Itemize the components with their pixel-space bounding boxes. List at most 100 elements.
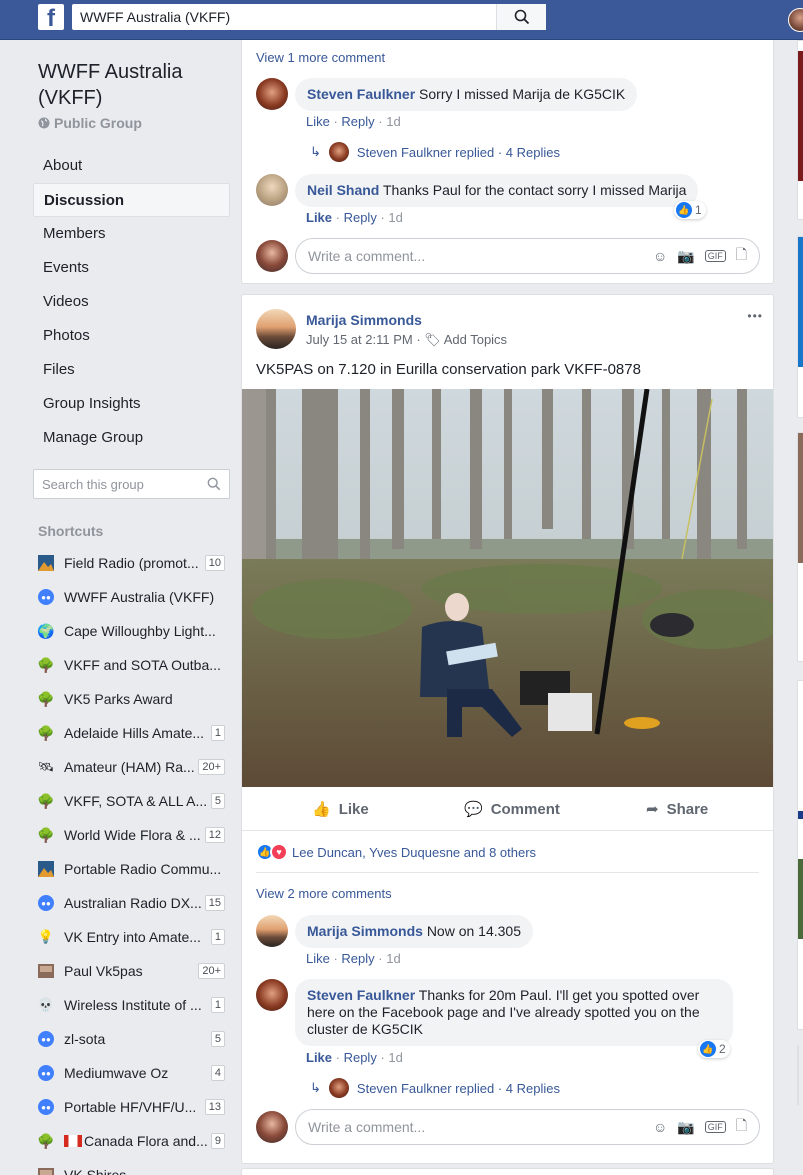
nav-videos[interactable]: Videos [33,285,230,319]
comment-like-link[interactable]: Like [306,210,332,225]
comment-button[interactable]: 💬 Comment [464,800,560,819]
shortcut-item[interactable]: ●● Mediumwave Oz 4 [33,1056,230,1090]
shortcut-label: Field Radio (promot... [64,555,199,571]
shortcut-label: Adelaide Hills Amate... [64,725,205,741]
shortcut-item[interactable]: ●● zl-sota 5 [33,1022,230,1056]
comment-author[interactable]: Steven Faulkner [307,86,415,102]
like-reaction-icon: 👍 [700,1041,716,1057]
shortcut-item[interactable]: Field Radio (promot... 10 [33,546,230,580]
view-more-comments-link[interactable]: View 2 more comments [256,886,392,901]
avatar[interactable] [256,174,288,206]
comment-like-link[interactable]: Like [306,114,330,129]
comment-bubble: Steven Faulkner Thanks for 20m Paul. I'l… [295,979,733,1046]
avatar[interactable] [256,979,288,1011]
profile-avatar[interactable] [788,8,803,32]
sticker-icon[interactable]: 🗋 [736,1115,747,1139]
comment-author[interactable]: Neil Shand [307,182,379,198]
shortcut-item[interactable]: 🌳 VK5 Parks Award [33,682,230,716]
post-timestamp[interactable]: July 15 at 2:11 PM [306,332,413,347]
comment-author[interactable]: Steven Faulkner [307,987,415,1003]
group-icon: ●● [38,1099,54,1115]
gif-icon[interactable]: GIF [704,1121,726,1133]
write-comment-placeholder: Write a comment... [308,1119,426,1135]
comment-reply-link[interactable]: Reply [341,114,374,129]
nav-photos[interactable]: Photos [33,319,230,353]
post-options-icon[interactable]: ••• [747,309,763,323]
add-topics-link[interactable]: Add Topics [444,332,507,347]
comment-reactions[interactable]: 👍 2 [698,1040,730,1058]
like-button[interactable]: 👍 Like [312,800,369,819]
tree-icon: 🌳 [37,656,55,673]
emoji-icon[interactable]: ☺ [653,248,667,264]
view-more-comments-link[interactable]: View 1 more comment [256,50,385,65]
satellite-icon: 🛰 [37,759,55,774]
shortcut-item[interactable]: 🌳 Adelaide Hills Amate... 1 [33,716,230,750]
comment-text: Thanks Paul for the contact sorry I miss… [383,182,687,198]
replies-link[interactable]: ↳ Steven Faulkner replied · 4 Replies [310,1078,560,1098]
post-photo[interactable] [242,389,773,787]
shortcut-label: Amateur (HAM) Ra... [64,759,195,775]
comment-bubble: Neil Shand Thanks Paul for the contact s… [295,174,699,207]
shortcut-item[interactable]: 🌳 VKFF, SOTA & ALL A... 5 [33,784,230,818]
global-search-bar[interactable]: WWFF Australia (VKFF) [72,4,546,30]
shortcut-label: Australian Radio DX... [64,895,202,911]
shortcut-item[interactable]: Paul Vk5pas 20+ [33,954,230,988]
avatar[interactable] [256,78,288,110]
reactions-summary[interactable]: 👍 ♥ Lee Duncan, Yves Duquesne and 8 othe… [256,843,536,861]
nav-group-insights[interactable]: Group Insights [33,387,230,421]
shortcut-badge: 1 [210,725,225,741]
divider [256,872,759,873]
shortcut-item[interactable]: 🛰 Amateur (HAM) Ra... 20+ [33,750,230,784]
replies-link[interactable]: ↳ Steven Faulkner replied · 4 Replies [310,142,560,162]
group-nav: About Discussion Members Events Videos P… [33,149,230,455]
search-button[interactable] [496,4,546,30]
write-comment-row: Write a comment... ☺ 📷 GIF 🗋 [256,238,760,274]
shortcut-item[interactable]: Portable Radio Commu... [33,852,230,886]
shortcut-item[interactable]: ●● Australian Radio DX... 15 [33,886,230,920]
shortcut-label: WWFF Australia (VKFF) [64,589,215,605]
comment-like-link[interactable]: Like [306,1050,332,1065]
post-author-avatar[interactable] [256,309,296,349]
comment-author[interactable]: Marija Simmonds [307,923,423,939]
shortcut-item[interactable]: ●● WWFF Australia (VKFF) [33,580,230,614]
shortcut-item[interactable]: 💀 Wireless Institute of ... 1 [33,988,230,1022]
globe-icon: 🌍 [37,622,55,639]
comment-reply-link[interactable]: Reply [344,1050,377,1065]
global-search-input[interactable]: WWFF Australia (VKFF) [72,9,496,25]
shortcut-label: VK5 Parks Award [64,691,173,707]
avatar[interactable] [256,915,288,947]
nav-manage-group[interactable]: Manage Group [33,421,230,455]
shortcut-item[interactable]: VK Shires [33,1158,230,1175]
shortcut-item[interactable]: 🌳 Canada Flora and... 9 [33,1124,230,1158]
comment-text-line-3: cluster de KG5CIK [307,1021,423,1037]
shortcut-item[interactable]: ●● Portable HF/VHF/U... 13 [33,1090,230,1124]
group-name[interactable]: WWFF Australia (VKFF) [38,59,230,111]
share-button[interactable]: ➦ Share [646,800,708,819]
nav-events[interactable]: Events [33,251,230,285]
write-comment-input[interactable]: Write a comment... ☺ 📷 GIF 🗋 [295,238,760,274]
nav-about[interactable]: About [33,149,230,183]
shortcut-item[interactable]: 💡 VK Entry into Amate... 1 [33,920,230,954]
comment-reply-link[interactable]: Reply [341,951,374,966]
shortcut-item[interactable]: 🌳 World Wide Flora & ... 12 [33,818,230,852]
camera-icon[interactable]: 📷 [677,1119,694,1136]
camera-icon[interactable]: 📷 [677,248,694,265]
group-search-input[interactable]: Search this group [33,469,230,499]
nav-files[interactable]: Files [33,353,230,387]
facebook-logo-icon[interactable]: f [38,4,64,32]
nav-members[interactable]: Members [33,217,230,251]
comment-reactions[interactable]: 👍 1 [674,201,706,219]
comment-like-link[interactable]: Like [306,951,330,966]
emoji-icon[interactable]: ☺ [653,1119,667,1135]
comment-meta: Like · Reply · 1d [306,114,401,129]
gif-icon[interactable]: GIF [704,250,726,262]
sticker-icon[interactable]: 🗋 [736,244,747,268]
post-text: VK5PAS on 7.120 in Eurilla conservation … [256,361,641,378]
comment-reply-link[interactable]: Reply [344,210,377,225]
nav-discussion[interactable]: Discussion [33,183,230,217]
post-author[interactable]: Marija Simmonds [306,312,422,328]
reactions-names[interactable]: Lee Duncan, Yves Duquesne and 8 others [292,845,536,860]
shortcut-item[interactable]: 🌍 Cape Willoughby Light... [33,614,230,648]
shortcut-item[interactable]: 🌳 VKFF and SOTA Outba... [33,648,230,682]
write-comment-input[interactable]: Write a comment... ☺ 📷 GIF 🗋 [295,1109,760,1145]
